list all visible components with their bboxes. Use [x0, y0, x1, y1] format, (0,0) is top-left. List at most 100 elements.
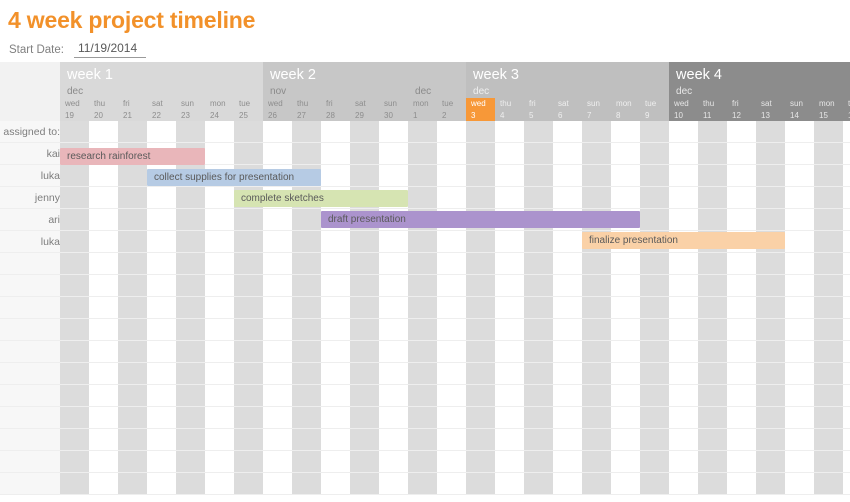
empty-4-day-10[interactable]: [350, 340, 380, 363]
empty-3-day-23[interactable]: [727, 318, 757, 341]
empty-9-day-20[interactable]: [640, 450, 670, 473]
empty-10-day-27[interactable]: [843, 472, 850, 495]
empty-10-day-10[interactable]: [350, 472, 380, 495]
empty-assignee-6[interactable]: [0, 384, 60, 407]
empty-8-day-4[interactable]: [176, 428, 205, 451]
empty-1-day-0[interactable]: [60, 274, 89, 297]
header-row-day-16[interactable]: [524, 121, 554, 143]
task-2-day-24[interactable]: [756, 186, 786, 209]
task-3-day-7[interactable]: [263, 208, 293, 231]
empty-assignee-7[interactable]: [0, 406, 60, 429]
task-1-day-0[interactable]: [60, 164, 89, 187]
empty-assignee-3[interactable]: [0, 318, 60, 341]
empty-8-day-3[interactable]: [147, 428, 176, 451]
task-2-day-17[interactable]: [553, 186, 583, 209]
task-3-day-8[interactable]: [292, 208, 322, 231]
empty-1-day-10[interactable]: [350, 274, 380, 297]
empty-1-day-16[interactable]: [524, 274, 554, 297]
empty-5-day-25[interactable]: [785, 362, 815, 385]
task-4-day-27[interactable]: [843, 230, 850, 253]
empty-7-day-10[interactable]: [350, 406, 380, 429]
empty-6-day-12[interactable]: [408, 384, 438, 407]
empty-7-day-26[interactable]: [814, 406, 844, 429]
empty-6-day-16[interactable]: [524, 384, 554, 407]
task-3-day-24[interactable]: [756, 208, 786, 231]
task-4-day-15[interactable]: [495, 230, 525, 253]
empty-1-day-26[interactable]: [814, 274, 844, 297]
task-0-day-8[interactable]: [292, 142, 322, 165]
task-1-day-21[interactable]: [669, 164, 699, 187]
empty-7-day-27[interactable]: [843, 406, 850, 429]
empty-3-day-20[interactable]: [640, 318, 670, 341]
empty-9-day-22[interactable]: [698, 450, 728, 473]
empty-10-day-4[interactable]: [176, 472, 205, 495]
empty-5-day-12[interactable]: [408, 362, 438, 385]
task-3-day-22[interactable]: [698, 208, 728, 231]
empty-1-day-20[interactable]: [640, 274, 670, 297]
header-row-day-8[interactable]: [292, 121, 322, 143]
empty-1-day-21[interactable]: [669, 274, 699, 297]
header-row-day-18[interactable]: [582, 121, 612, 143]
empty-row[interactable]: [0, 274, 850, 297]
task-4-day-11[interactable]: [379, 230, 409, 253]
header-row-day-4[interactable]: [176, 121, 205, 143]
task-2-day-25[interactable]: [785, 186, 815, 209]
empty-1-day-27[interactable]: [843, 274, 850, 297]
task-1-day-16[interactable]: [524, 164, 554, 187]
empty-5-day-0[interactable]: [60, 362, 89, 385]
empty-2-day-11[interactable]: [379, 296, 409, 319]
task-2-day-1[interactable]: [89, 186, 118, 209]
empty-1-day-13[interactable]: [437, 274, 467, 297]
task-0-day-18[interactable]: [582, 142, 612, 165]
empty-1-day-15[interactable]: [495, 274, 525, 297]
header-row-day-13[interactable]: [437, 121, 467, 143]
empty-4-day-21[interactable]: [669, 340, 699, 363]
empty-3-day-18[interactable]: [582, 318, 612, 341]
task-3-day-5[interactable]: [205, 208, 234, 231]
empty-4-day-6[interactable]: [234, 340, 264, 363]
empty-8-day-9[interactable]: [321, 428, 351, 451]
empty-5-day-18[interactable]: [582, 362, 612, 385]
empty-10-day-13[interactable]: [437, 472, 467, 495]
empty-9-day-19[interactable]: [611, 450, 641, 473]
task-2-day-12[interactable]: [408, 186, 438, 209]
empty-9-day-9[interactable]: [321, 450, 351, 473]
empty-2-day-23[interactable]: [727, 296, 757, 319]
task-2-day-2[interactable]: [118, 186, 147, 209]
empty-4-day-0[interactable]: [60, 340, 89, 363]
empty-10-day-15[interactable]: [495, 472, 525, 495]
empty-8-day-14[interactable]: [466, 428, 496, 451]
empty-2-day-5[interactable]: [205, 296, 234, 319]
empty-9-day-23[interactable]: [727, 450, 757, 473]
empty-4-day-25[interactable]: [785, 340, 815, 363]
empty-10-day-19[interactable]: [611, 472, 641, 495]
empty-9-day-2[interactable]: [118, 450, 147, 473]
empty-8-day-21[interactable]: [669, 428, 699, 451]
empty-2-day-8[interactable]: [292, 296, 322, 319]
header-row-day-15[interactable]: [495, 121, 525, 143]
empty-4-day-1[interactable]: [89, 340, 118, 363]
empty-assignee-1[interactable]: [0, 274, 60, 297]
header-row-day-9[interactable]: [321, 121, 351, 143]
empty-7-day-25[interactable]: [785, 406, 815, 429]
header-row-day-2[interactable]: [118, 121, 147, 143]
task-0-day-20[interactable]: [640, 142, 670, 165]
empty-1-day-19[interactable]: [611, 274, 641, 297]
empty-0-day-17[interactable]: [553, 252, 583, 275]
empty-8-day-7[interactable]: [263, 428, 293, 451]
empty-3-day-15[interactable]: [495, 318, 525, 341]
empty-6-day-24[interactable]: [756, 384, 786, 407]
task-4-day-16[interactable]: [524, 230, 554, 253]
task-0-day-13[interactable]: [437, 142, 467, 165]
task-2-day-27[interactable]: [843, 186, 850, 209]
task-1-day-1[interactable]: [89, 164, 118, 187]
header-row-day-6[interactable]: [234, 121, 264, 143]
task-2-day-20[interactable]: [640, 186, 670, 209]
task-4-day-12[interactable]: [408, 230, 438, 253]
empty-6-day-7[interactable]: [263, 384, 293, 407]
empty-1-day-9[interactable]: [321, 274, 351, 297]
empty-0-day-9[interactable]: [321, 252, 351, 275]
empty-1-day-23[interactable]: [727, 274, 757, 297]
task-3-day-2[interactable]: [118, 208, 147, 231]
task-4-day-7[interactable]: [263, 230, 293, 253]
